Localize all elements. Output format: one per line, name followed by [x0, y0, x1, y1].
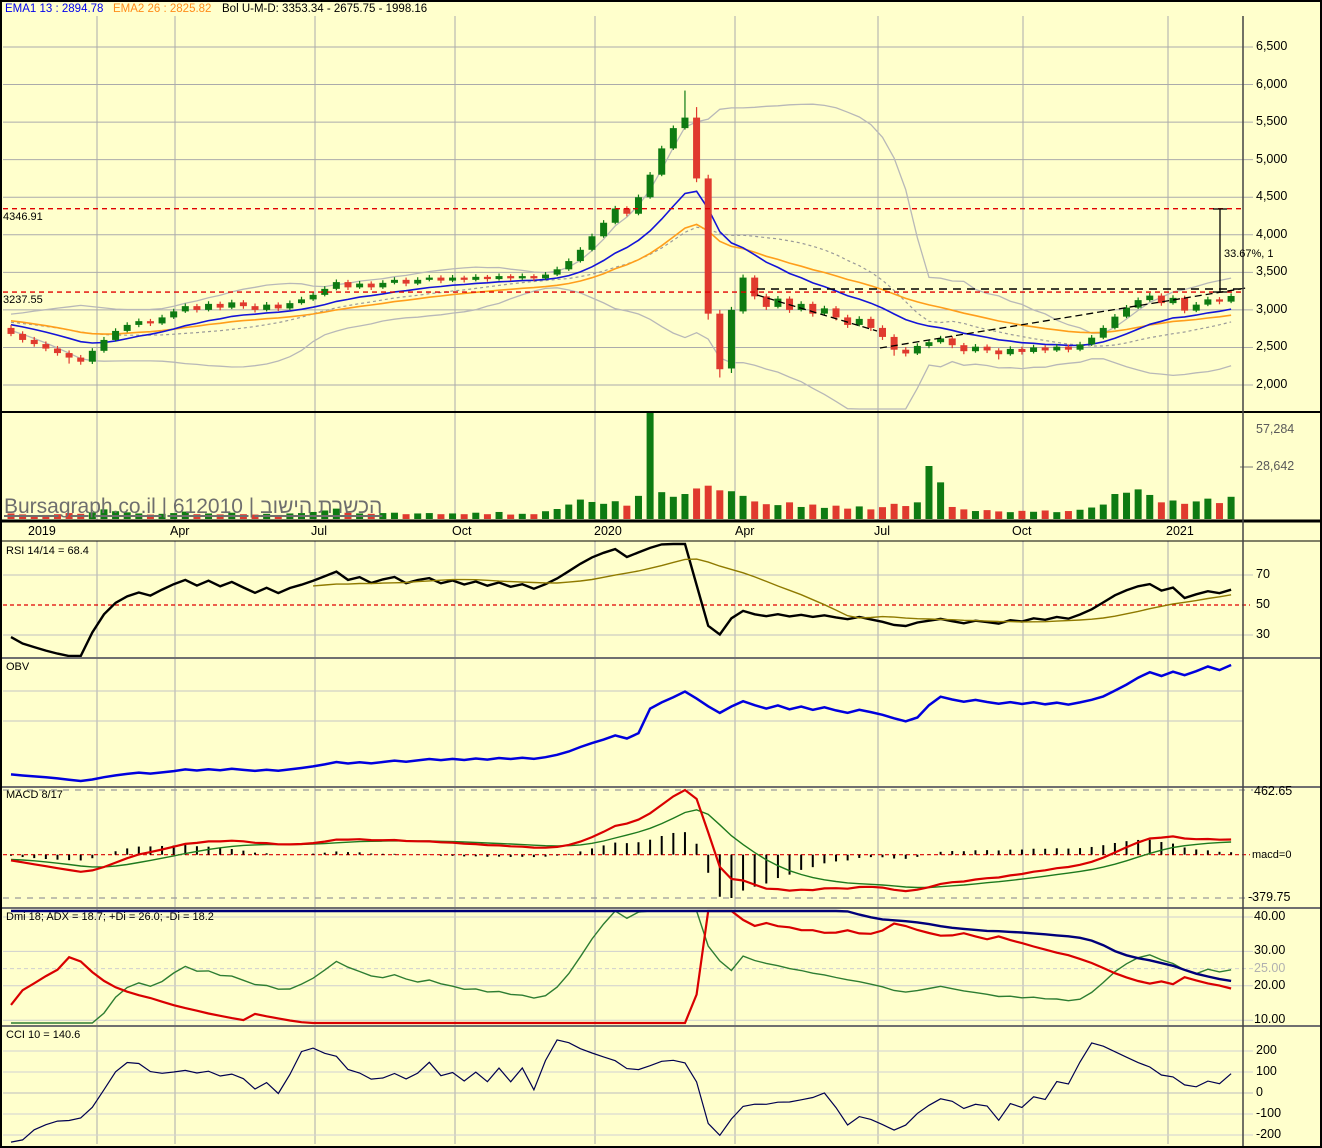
rsi-axis-label: 30	[1256, 627, 1270, 641]
header-ema1-label: EMA1 13 : 2894.78	[5, 3, 104, 15]
macd-axis-label: 462.65	[1254, 784, 1293, 798]
cci-axis-label: -100	[1256, 1106, 1282, 1120]
price-axis-label: 5,000	[1256, 151, 1288, 166]
x-axis-label: 2020	[594, 524, 622, 538]
rsi-axis-label: 50	[1256, 597, 1270, 611]
chart-root: EMA1 13 : 2894.78 EMA2 26 : 2825.82 Bol …	[0, 0, 1322, 1148]
macd-zero-label: macd=0	[1252, 848, 1292, 861]
price-axis-label: 3,500	[1256, 264, 1288, 279]
chart-svg	[0, 0, 1322, 1148]
x-axis-label: Apr	[735, 524, 755, 538]
dmi-axis-label: 40.00	[1254, 909, 1286, 923]
measure-annotation-label: 33.67%, 1	[1224, 248, 1274, 260]
volume-axis-label: 57,284	[1256, 422, 1295, 436]
macd-panel-label: MACD 8/17	[6, 789, 63, 801]
volume-axis-label: 28,642	[1256, 459, 1295, 473]
cci-axis-label: 0	[1256, 1085, 1263, 1099]
x-axis-label: Apr	[170, 524, 190, 538]
price-level-label-lower: 3237.55	[3, 294, 43, 306]
x-axis-label: Oct	[452, 524, 472, 538]
dmi-axis-label: 25.00	[1254, 960, 1286, 975]
x-axis-label: 2021	[1166, 524, 1194, 538]
price-axis-label: 6,500	[1256, 39, 1288, 53]
price-axis-label: 4,000	[1256, 226, 1288, 241]
dmi-panel-label: Dmi 18; ADX = 18.7; +Di = 26.0; -Di = 18…	[6, 911, 214, 923]
obv-panel-label: OBV	[6, 661, 30, 673]
watermark: Bursagraph.co.il | 612010 | הכשרת הישוב	[4, 495, 383, 518]
x-axis-label: Jul	[874, 524, 890, 538]
x-axis-label: Oct	[1012, 524, 1032, 538]
dmi-axis-label: 10.00	[1254, 1012, 1286, 1027]
cci-axis-label: -200	[1256, 1127, 1282, 1141]
x-axis-label: Jul	[311, 524, 327, 538]
price-axis-label: 2,000	[1256, 377, 1288, 391]
rsi-axis-label: 70	[1256, 567, 1270, 581]
x-axis-label: 2019	[28, 524, 56, 538]
price-axis-label: 6,000	[1256, 76, 1288, 91]
price-axis-label: 5,500	[1256, 114, 1288, 129]
dmi-axis-label: 20.00	[1254, 977, 1286, 992]
header-bollinger-label: Bol U-M-D: 3353.34 - 2675.75 - 1998.16	[222, 3, 428, 15]
price-axis-label: 3,000	[1256, 301, 1288, 316]
cci-axis-label: 200	[1256, 1043, 1277, 1057]
macd-axis-label: -379.75	[1248, 890, 1291, 904]
cci-axis-label: 100	[1256, 1064, 1277, 1078]
price-axis-label: 2,500	[1256, 339, 1288, 354]
rsi-panel-label: RSI 14/14 = 68.4	[6, 545, 89, 557]
price-axis-label: 4,500	[1256, 189, 1288, 204]
cci-panel-label: CCI 10 = 140.6	[6, 1029, 81, 1041]
dmi-axis-label: 30.00	[1254, 943, 1286, 958]
price-level-label-upper: 4346.91	[3, 211, 43, 223]
header-ema2-label: EMA2 26 : 2825.82	[113, 3, 212, 15]
